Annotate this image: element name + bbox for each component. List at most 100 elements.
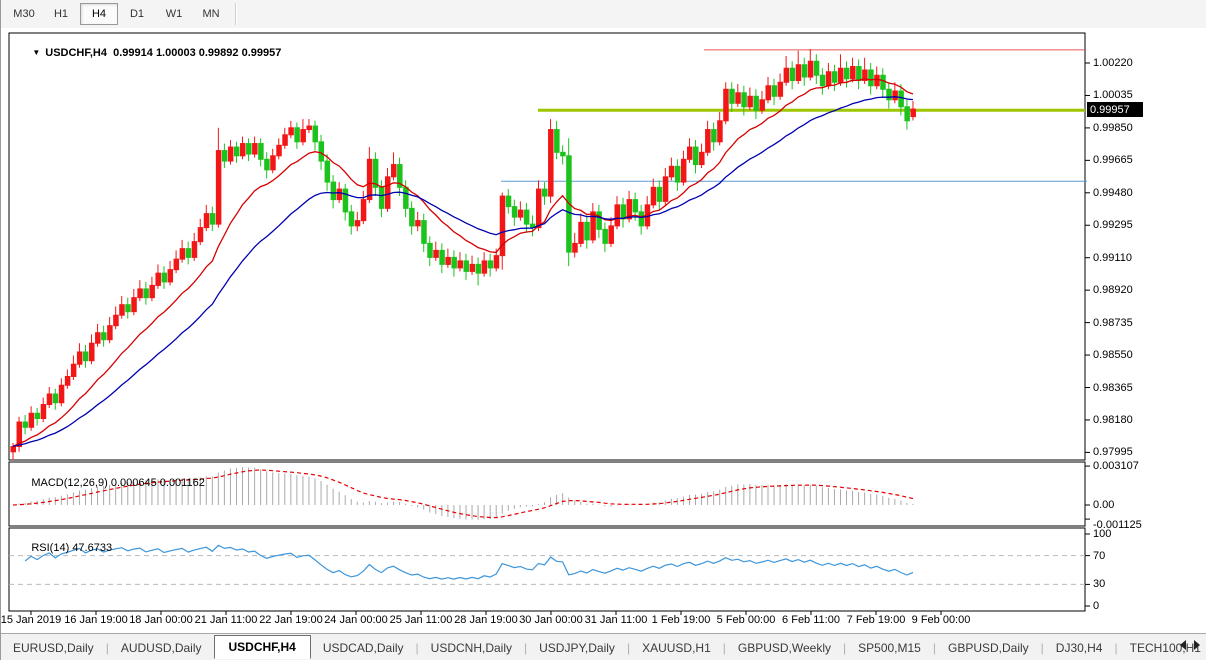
candle-body [875, 75, 880, 86]
candle-body [174, 259, 179, 270]
candle-body [319, 142, 324, 161]
tabs-scroll-right-icon[interactable] [1194, 640, 1200, 650]
candle-body [120, 305, 125, 316]
candle-body [826, 72, 831, 86]
chart-window[interactable]: ▼USDCHF,H4 0.99914 1.00003 0.99892 0.999… [1, 28, 1206, 633]
candle-body [361, 200, 366, 221]
rsi-name: RSI(14) [31, 542, 69, 554]
candle-body [597, 212, 602, 230]
timeframe-button-w1[interactable]: W1 [156, 4, 192, 24]
chart-tab-gbpusd[interactable]: GBPUSD,Weekly [726, 637, 843, 659]
time-axis-label: 7 Feb 19:00 [847, 614, 906, 626]
candle-body [579, 222, 584, 243]
timeframe-button-m30[interactable]: M30 [6, 4, 42, 24]
chart-title: ▼USDCHF,H4 0.99914 1.00003 0.99892 0.999… [14, 35, 281, 71]
time-axis-label: 28 Jan 19:00 [454, 614, 518, 626]
macd-name: MACD(12,26,9) [31, 477, 107, 489]
candle-body [796, 65, 801, 81]
chart-tab-xauusd[interactable]: XAUUSD,H1 [630, 637, 723, 659]
candle-body [277, 145, 282, 156]
candle-body [899, 91, 904, 107]
candle-body [536, 189, 541, 228]
time-axis-label: 31 Jan 11:00 [585, 614, 648, 626]
candle-body [790, 68, 795, 80]
rsi-axis-label: 100 [1093, 528, 1111, 540]
timeframe-buttons: M30H1H4D1W1MN [5, 3, 229, 25]
chart-canvas[interactable] [1, 28, 1206, 633]
candle-body [700, 152, 705, 164]
candle-body [29, 413, 34, 427]
time-axis-label: 30 Jan 00:00 [519, 614, 583, 626]
candle-body [681, 159, 686, 182]
candle-body [234, 147, 239, 156]
candle-body [760, 100, 765, 111]
toolbar-divider [235, 3, 237, 25]
time-axis-label: 16 Jan 19:00 [64, 614, 128, 626]
chart-tab-usdcad[interactable]: USDCAD,Daily [311, 637, 416, 659]
candle-body [210, 214, 215, 225]
candle-body [53, 394, 58, 403]
current-price-tag: 0.99957 [1087, 102, 1143, 117]
candle-body [736, 93, 741, 104]
candle-body [65, 376, 70, 385]
candle-body [555, 130, 560, 153]
candle-body [663, 177, 668, 202]
candle-body [404, 187, 409, 208]
candle-body [289, 128, 294, 135]
candle-body [138, 289, 143, 298]
timeframe-toolbar: M30H1H4D1W1MN [1, 0, 1206, 29]
macd-axis-label: 0.003107 [1093, 460, 1139, 472]
timeframe-button-d1[interactable]: D1 [119, 4, 155, 24]
candle-body [180, 249, 185, 260]
chart-tab-gbpusd[interactable]: GBPUSD,Daily [936, 637, 1041, 659]
chart-tab-eurusd[interactable]: EURUSD,Daily [1, 637, 106, 659]
candle-body [77, 352, 82, 364]
candle-body [724, 89, 729, 121]
candle-body [712, 130, 717, 142]
candle-body [241, 144, 246, 156]
candle-body [621, 205, 626, 219]
candle-body [549, 130, 554, 197]
candle-body [102, 333, 107, 340]
timeframe-button-h4[interactable]: H4 [80, 3, 118, 25]
time-axis-label: 18 Jan 00:00 [129, 614, 193, 626]
tabs-scroll-left-icon[interactable] [1180, 640, 1186, 650]
rsi-current-value: 47.6733 [72, 542, 112, 554]
candle-body [283, 135, 288, 146]
candle-body [518, 210, 523, 217]
candle-body [126, 305, 131, 312]
chart-tab-audusd[interactable]: AUDUSD,Daily [109, 637, 214, 659]
timeframe-button-mn[interactable]: MN [193, 4, 229, 24]
chart-tab-bar: EURUSD,Daily|AUDUSD,DailyUSDCHF,H4USDCAD… [1, 633, 1206, 660]
candle-body [603, 229, 608, 243]
candle-body [108, 326, 113, 340]
candle-body [687, 147, 692, 159]
candle-body [766, 86, 771, 100]
chart-tab-sp500[interactable]: SP500,M15 [846, 637, 933, 659]
chart-tab-usdcnh[interactable]: USDCNH,Daily [419, 637, 524, 659]
candle-body [343, 189, 348, 212]
candle-body [561, 152, 566, 156]
price-axis-label: 0.98180 [1093, 414, 1133, 426]
price-axis-label: 0.98920 [1093, 284, 1133, 296]
chart-dropdown-icon[interactable]: ▼ [32, 48, 40, 57]
chart-tab-dj30[interactable]: DJ30,H4 [1044, 637, 1115, 659]
candle-body [349, 212, 354, 226]
candle-body [90, 343, 95, 361]
candle-body [458, 261, 463, 268]
time-axis-label: 22 Jan 19:00 [259, 614, 323, 626]
candle-body [470, 264, 475, 271]
candle-body [754, 96, 759, 110]
timeframe-button-h1[interactable]: H1 [43, 4, 79, 24]
price-axis-label: 1.00035 [1093, 89, 1133, 101]
candle-body [416, 221, 421, 226]
ma-slow-line [13, 97, 913, 447]
candle-body [198, 228, 203, 242]
chart-tab-usdchf[interactable]: USDCHF,H4 [214, 635, 311, 659]
candle-body [832, 72, 837, 83]
candle-body [633, 200, 638, 212]
price-axis-label: 0.99665 [1093, 154, 1133, 166]
chart-tab-usdjpy[interactable]: USDJPY,Daily [527, 637, 627, 659]
candle-body [669, 166, 674, 177]
candle-body [355, 221, 360, 226]
